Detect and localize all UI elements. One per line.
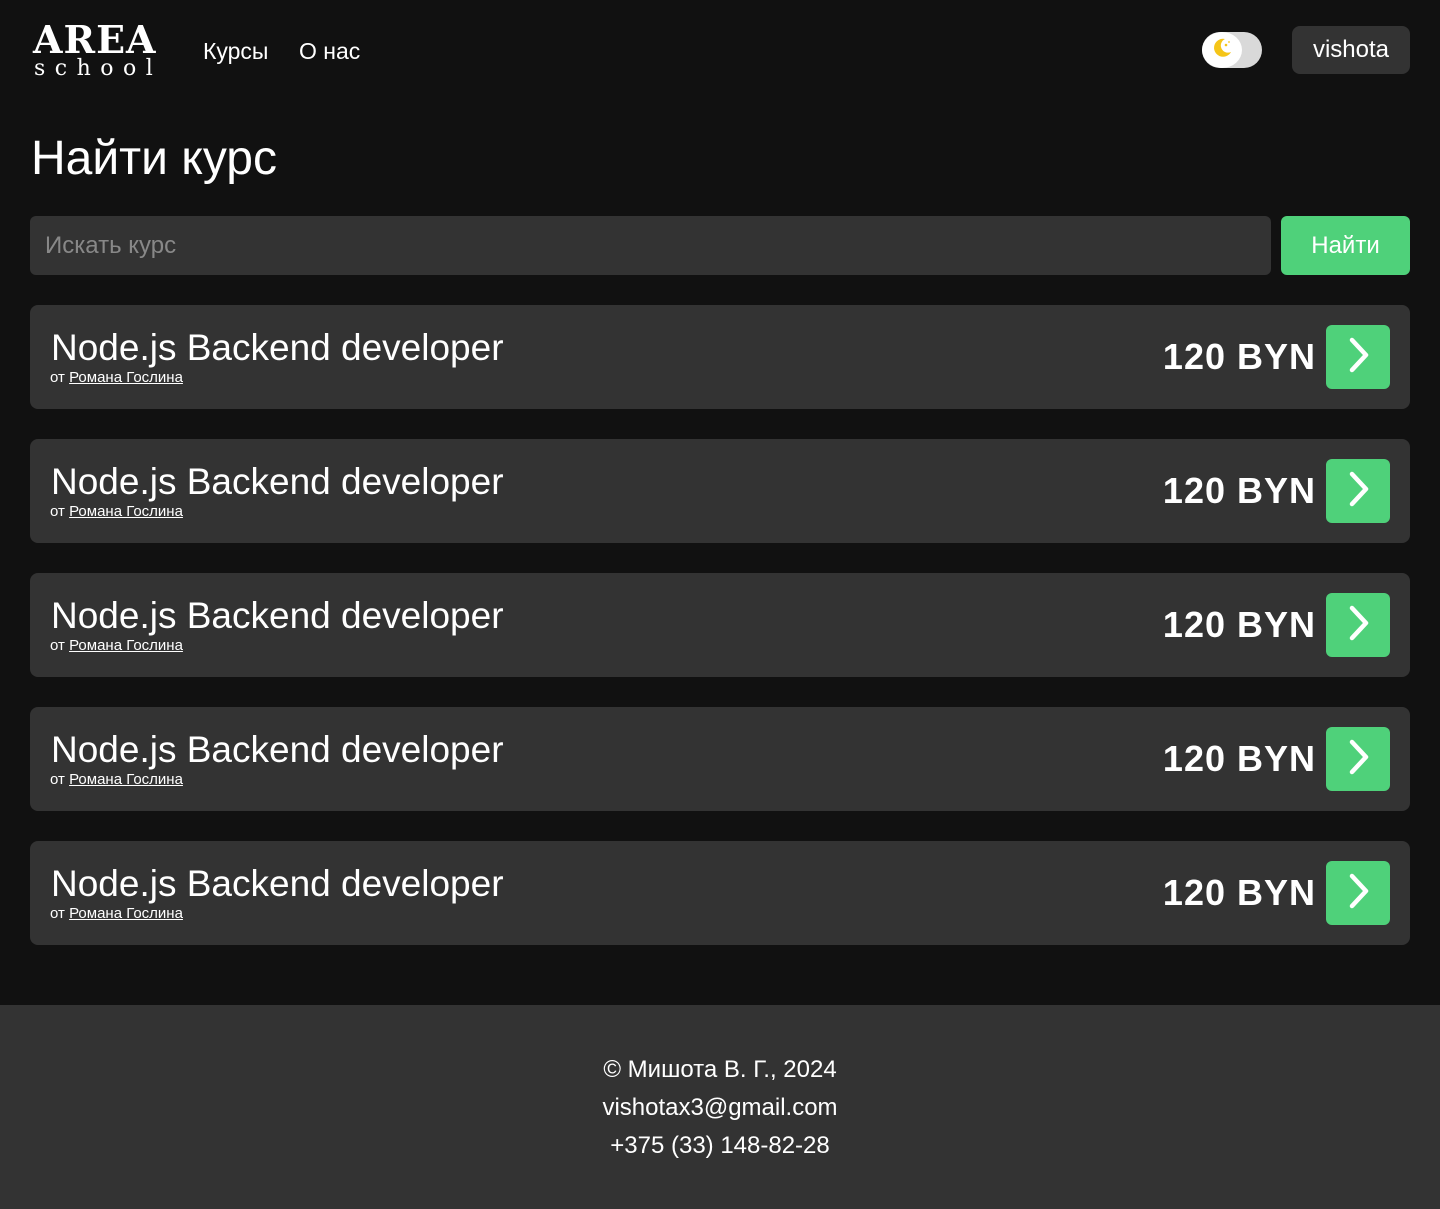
moon-icon <box>1209 35 1235 66</box>
nav-link-courses[interactable]: Курсы <box>203 36 268 66</box>
logo-main-text: AREA <box>33 17 157 62</box>
course-title: Node.js Backend developer <box>51 863 504 904</box>
footer-email[interactable]: vishotax3@gmail.com <box>0 1093 1440 1123</box>
author-prefix: от <box>50 771 65 788</box>
author-prefix: от <box>50 369 65 386</box>
course-title: Node.js Backend developer <box>51 595 504 636</box>
search-button[interactable]: Найти <box>1281 216 1410 275</box>
chevron-right-icon <box>1342 469 1374 514</box>
chevron-right-icon <box>1342 603 1374 648</box>
open-course-button[interactable] <box>1326 861 1390 925</box>
nav-link-about[interactable]: О нас <box>299 36 360 66</box>
open-course-button[interactable] <box>1326 727 1390 791</box>
course-card[interactable]: Node.js Backend developer от Романа Госл… <box>30 841 1410 945</box>
site-header: AREA school Курсы О нас vishota <box>0 0 1440 100</box>
logo-sub-text: school <box>34 56 163 81</box>
author-link[interactable]: Романа Гослина <box>69 771 183 788</box>
course-card[interactable]: Node.js Backend developer от Романа Госл… <box>30 305 1410 409</box>
theme-toggle[interactable] <box>1202 32 1262 68</box>
author-link[interactable]: Романа Гослина <box>69 369 183 386</box>
chevron-right-icon <box>1342 871 1374 916</box>
course-title: Node.js Backend developer <box>51 461 504 502</box>
course-price: 120 BYN <box>1162 872 1316 913</box>
open-course-button[interactable] <box>1326 325 1390 389</box>
logo[interactable]: AREA school <box>33 20 163 82</box>
chevron-right-icon <box>1342 737 1374 782</box>
footer-copyright: © Мишота В. Г., 2024 <box>603 1056 837 1083</box>
author-prefix: от <box>50 637 65 654</box>
course-title: Node.js Backend developer <box>51 729 504 770</box>
course-price: 120 BYN <box>1162 604 1316 645</box>
author-link[interactable]: Романа Гослина <box>69 905 183 922</box>
page-title: Найти курс <box>31 132 277 185</box>
course-card[interactable]: Node.js Backend developer от Романа Госл… <box>30 573 1410 677</box>
course-author: от Романа Гослина <box>50 637 183 655</box>
course-card[interactable]: Node.js Backend developer от Романа Госл… <box>30 439 1410 543</box>
footer-phone[interactable]: +375 (33) 148-82-28 <box>0 1131 1440 1161</box>
search-input[interactable] <box>30 216 1271 275</box>
user-menu-button[interactable]: vishota <box>1292 26 1410 74</box>
course-price: 120 BYN <box>1162 470 1316 511</box>
site-footer: © Мишота В. Г., 2024 vishotax3@gmail.com… <box>0 1005 1440 1209</box>
course-price: 120 BYN <box>1162 738 1316 779</box>
course-title: Node.js Backend developer <box>51 327 504 368</box>
open-course-button[interactable] <box>1326 593 1390 657</box>
course-card[interactable]: Node.js Backend developer от Романа Госл… <box>30 707 1410 811</box>
toggle-knob <box>1202 32 1242 68</box>
author-prefix: от <box>50 503 65 520</box>
author-prefix: от <box>50 905 65 922</box>
course-price: 120 BYN <box>1162 336 1316 377</box>
course-author: от Романа Гослина <box>50 503 183 521</box>
author-link[interactable]: Романа Гослина <box>69 503 183 520</box>
course-author: от Романа Гослина <box>50 369 183 387</box>
open-course-button[interactable] <box>1326 459 1390 523</box>
course-list: Node.js Backend developer от Романа Госл… <box>30 305 1410 975</box>
course-author: от Романа Гослина <box>50 771 183 789</box>
chevron-right-icon <box>1342 335 1374 380</box>
author-link[interactable]: Романа Гослина <box>69 637 183 654</box>
course-author: от Романа Гослина <box>50 905 183 923</box>
